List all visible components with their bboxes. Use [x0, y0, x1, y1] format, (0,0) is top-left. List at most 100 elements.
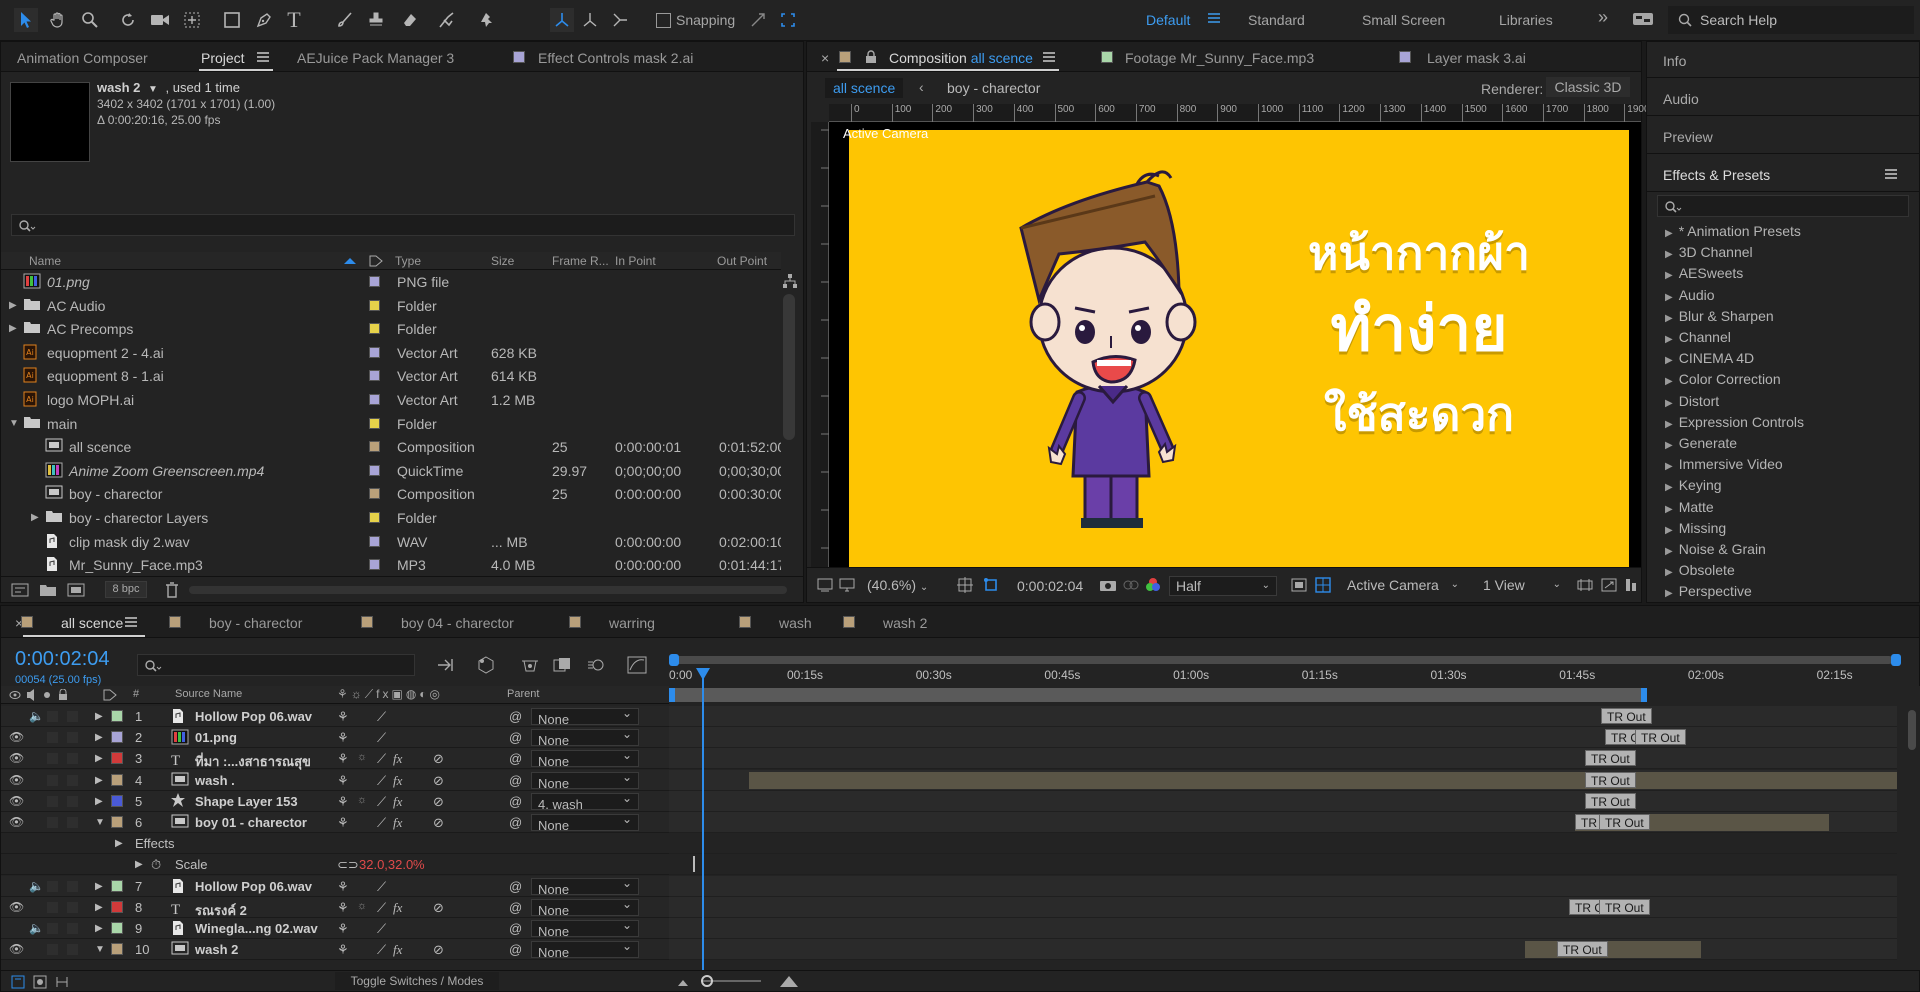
col-source-name[interactable]: Source Name — [175, 688, 242, 700]
layer-duration-bar[interactable] — [1525, 941, 1701, 959]
pick-whip-icon[interactable]: @ — [509, 815, 522, 830]
work-area-end[interactable] — [1641, 688, 1647, 702]
views-layout-dropdown[interactable]: 1 View ⌄ — [1477, 576, 1567, 596]
mask-visibility-icon[interactable] — [983, 577, 999, 593]
playhead-line[interactable] — [702, 678, 704, 970]
layer-track[interactable]: TR Out — [669, 769, 1897, 791]
label-color-swatch[interactable] — [369, 299, 380, 311]
quality-switch-icon[interactable]: ⟋ — [377, 709, 386, 725]
video-visibility-icon[interactable]: 👁 — [9, 815, 24, 829]
pick-whip-icon[interactable]: @ — [509, 921, 522, 936]
layer-track[interactable]: TR OutTR Out — [669, 727, 1897, 749]
label-color-swatch[interactable] — [369, 535, 380, 547]
lock-icon[interactable] — [865, 50, 877, 64]
motion-blur-switch-icon[interactable]: ⊘ — [433, 900, 444, 916]
effect-switch-icon[interactable]: fx — [393, 815, 402, 831]
effect-category-item[interactable]: Noise & Grain — [1665, 541, 1766, 557]
workspace-menu-icon[interactable] — [1207, 11, 1221, 25]
expand-toggle-icon[interactable]: ▶ — [135, 859, 143, 870]
project-scrollbar-thumb[interactable] — [783, 294, 795, 440]
workspace-standard[interactable]: Standard — [1248, 12, 1305, 28]
effect-category-item[interactable]: Missing — [1665, 520, 1726, 536]
list-item[interactable]: ▶ AC Audio Folder — [1, 294, 781, 317]
label-color-swatch[interactable] — [369, 394, 380, 405]
parent-dropdown[interactable]: None — [531, 727, 639, 748]
layer-name[interactable]: boy 01 - charector — [195, 815, 307, 830]
expand-toggle-icon[interactable]: ▶ — [9, 300, 17, 311]
brush-tool-icon[interactable] — [332, 8, 356, 32]
lock-switch[interactable] — [67, 944, 78, 956]
pick-whip-icon[interactable]: @ — [509, 900, 522, 915]
list-item[interactable]: 01.png PNG file — [1, 270, 781, 293]
video-visibility-icon[interactable]: 👁 — [9, 942, 24, 956]
bit-depth-button[interactable]: 8 bpc — [105, 581, 147, 598]
layer-label-color[interactable] — [111, 752, 123, 765]
world-axis-mode-icon[interactable] — [578, 8, 602, 32]
roto-brush-tool-icon[interactable] — [436, 8, 460, 32]
effects-search-input[interactable] — [1657, 195, 1909, 217]
audio-toggle-icon[interactable]: 🔈 — [29, 879, 44, 893]
layer-track[interactable]: TR Out — [669, 790, 1897, 812]
local-axis-mode-icon[interactable] — [550, 8, 574, 32]
monitor-icon[interactable] — [839, 578, 855, 592]
timeline-scroll-thumb[interactable] — [1908, 710, 1916, 750]
preview-panel-header[interactable]: Preview — [1647, 118, 1919, 154]
effect-category-item[interactable]: Perspective — [1665, 583, 1752, 599]
solo-switch[interactable] — [47, 944, 58, 956]
clone-stamp-tool-icon[interactable] — [364, 8, 388, 32]
video-visibility-icon[interactable]: 👁 — [9, 900, 24, 914]
shy-switch-icon[interactable]: ⚘ — [337, 879, 349, 895]
solo-switch[interactable] — [47, 923, 58, 934]
pick-whip-icon[interactable]: @ — [509, 773, 522, 788]
draft-3d-icon[interactable] — [477, 656, 495, 674]
toggle-pixel-aspect-icon[interactable] — [1577, 578, 1593, 592]
pen-tool-icon[interactable] — [252, 8, 276, 32]
col-name[interactable]: Name — [29, 254, 61, 268]
layer-label-color[interactable] — [111, 879, 123, 892]
expand-toggle-icon[interactable]: ▶ — [9, 323, 17, 334]
layer-label-color[interactable] — [111, 731, 123, 744]
layer-label-color[interactable] — [111, 922, 123, 934]
label-color-swatch[interactable] — [369, 346, 380, 358]
tab-project[interactable]: Project — [201, 50, 245, 66]
solo-switch[interactable] — [47, 880, 58, 892]
list-item[interactable]: Ai equopment 8 - 1.ai Vector Art 614 KB — [1, 364, 781, 387]
close-icon[interactable]: × — [821, 50, 829, 66]
effect-category-item[interactable]: Distort — [1665, 393, 1719, 409]
table-row[interactable]: 👁 ▼ 10 wash 2 ⚘ ⟋ fx ⊘ @ None — [1, 939, 669, 961]
layer-track[interactable]: TR Out — [669, 748, 1897, 770]
collapse-switch-icon[interactable]: ☼ — [357, 751, 367, 763]
parent-dropdown[interactable]: None — [531, 939, 639, 960]
video-visibility-icon[interactable]: 👁 — [9, 730, 24, 744]
col-out-point[interactable]: Out Point — [717, 254, 767, 268]
timeline-panel-menu-icon[interactable] — [125, 616, 137, 628]
project-panel-menu-icon[interactable] — [257, 51, 269, 63]
table-row[interactable]: 👁 ▶ 3 T ที่มา :...งสาธารณสุข ⚘ ☼ ⟋ fx ⊘ @ None — [1, 748, 669, 770]
quality-switch-icon[interactable]: ⟋ — [377, 794, 386, 810]
lock-switch[interactable] — [67, 901, 78, 913]
tab-composition[interactable]: Composition all scence — [889, 50, 1033, 66]
col-in-point[interactable]: In Point — [615, 254, 656, 268]
breadcrumb-all-scence[interactable]: all scence — [825, 78, 904, 98]
project-search-input[interactable] — [11, 214, 795, 236]
resolution-grid-icon[interactable] — [957, 577, 973, 593]
rotate-tool-icon[interactable] — [116, 8, 140, 32]
pan-behind-tool-icon[interactable] — [180, 8, 204, 32]
layer-name[interactable]: wash 2 — [195, 942, 238, 957]
tab-effect-controls[interactable]: Effect Controls mask 2.ai — [538, 50, 693, 66]
col-size[interactable]: Size — [491, 254, 514, 268]
sort-ascending-icon[interactable] — [343, 257, 357, 265]
resolution-dropdown[interactable]: Half ⌄ — [1169, 576, 1277, 596]
composition-mini-flowchart-icon[interactable] — [437, 657, 457, 673]
composition-viewer[interactable]: หน้ากากผ้า ทำง่าย ใช้สะดวก Active Camera — [829, 122, 1641, 569]
quality-switch-icon[interactable]: ⟋ — [377, 879, 386, 895]
region-of-interest-icon[interactable] — [1291, 578, 1307, 592]
snapping-checkbox[interactable] — [656, 13, 671, 28]
shy-switch-icon[interactable]: ⚘ — [337, 709, 349, 725]
time-navigator-start-handle[interactable] — [669, 654, 679, 666]
list-item[interactable]: ▶ boy - charector Layers Folder — [1, 506, 781, 529]
layer-name[interactable]: 01.png — [195, 730, 237, 745]
rectangle-tool-icon[interactable] — [220, 8, 244, 32]
pick-whip-icon[interactable]: @ — [509, 942, 522, 957]
layer-expand-icon[interactable]: ▶ — [95, 711, 103, 722]
